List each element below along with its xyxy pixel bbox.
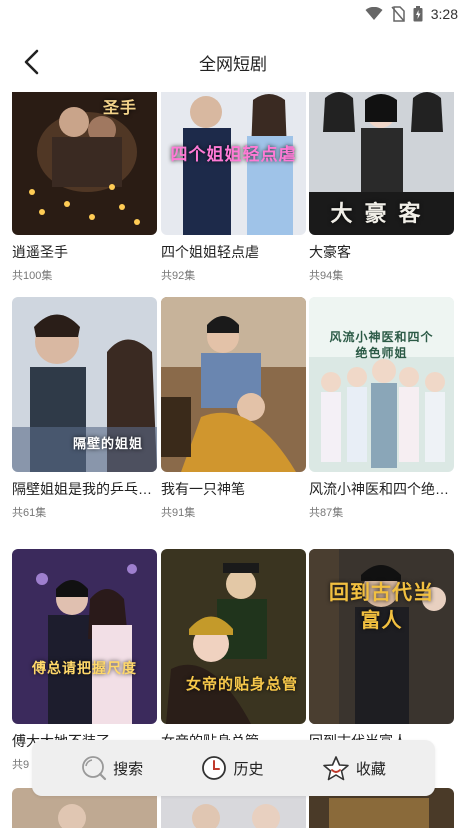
drama-title: 隔壁姐姐是我的乒乓…	[12, 481, 152, 497]
status-icons: 3:28	[365, 4, 458, 24]
drama-poster[interactable]: 隔壁的姐姐	[12, 297, 157, 472]
drama-card[interactable]: 女帝的贴身总管 女帝的贴身总管	[161, 549, 306, 770]
drama-card[interactable]: 隔壁的姐姐 隔壁姐姐是我的乒乓… 共61集	[12, 297, 157, 519]
drama-card[interactable]: 四个姐姐轻点虐 四个姐姐轻点虐 共92集	[161, 92, 306, 282]
drama-poster[interactable]: 傅总请把握尺度	[12, 549, 157, 724]
drama-poster[interactable]: 风流小神医和四个绝色师姐	[309, 297, 454, 472]
drama-poster[interactable]: 大豪客	[309, 92, 454, 235]
poster-caption: 四个姐姐轻点虐	[170, 145, 297, 164]
drama-poster[interactable]	[161, 297, 306, 472]
nav-search-label: 搜索	[113, 760, 144, 778]
drama-poster[interactable]: 四个姐姐轻点虐	[161, 92, 306, 235]
status-bar: 3:28	[0, 0, 466, 28]
nav-favorites[interactable]: 收藏	[322, 755, 386, 781]
search-icon	[82, 756, 107, 781]
drama-card[interactable]: 大豪客 大豪客 共94集	[309, 92, 454, 282]
drama-card[interactable]: 我有一只神笔 共91集	[161, 297, 306, 519]
nav-favorites-label: 收藏	[355, 760, 386, 778]
drama-poster[interactable]: 回到古代当富人	[309, 549, 454, 724]
clock-icon	[202, 756, 227, 780]
nav-search[interactable]: 搜索	[81, 755, 143, 781]
page-title: 全网短剧	[199, 55, 267, 74]
wifi-icon	[365, 7, 383, 20]
poster-caption: 隔壁的姐姐	[72, 436, 143, 451]
episode-count: 共87集	[309, 507, 344, 519]
episode-count: 共61集	[12, 507, 47, 519]
episode-count: 共94集	[309, 270, 344, 282]
drama-card[interactable]: 风流小神医和四个绝色师姐 风流小神医和四个绝… 共87集	[309, 297, 454, 519]
drama-title: 风流小神医和四个绝…	[309, 481, 449, 497]
drama-grid: 圣手 逍遥圣手 共100集 四个姐姐轻点虐 四个姐姐轻点虐 共92集 大豪客 大…	[0, 92, 466, 828]
poster-caption: 回到古代当富人	[329, 582, 434, 632]
bottom-nav: 搜索 历史 收藏	[32, 740, 435, 796]
app-header: 全网短剧	[0, 36, 466, 88]
episode-count: 共92集	[161, 270, 196, 282]
poster-caption: 风流小神医和四个绝色师姐	[329, 330, 434, 360]
episode-count: 共100集	[12, 270, 53, 282]
battery-icon	[413, 6, 423, 22]
star-icon	[323, 756, 349, 781]
drama-poster[interactable]: 女帝的贴身总管	[161, 549, 306, 724]
poster-caption: 女帝的贴身总管	[185, 676, 298, 693]
no-sim-icon	[391, 6, 405, 22]
drama-card[interactable]: 傅总请把握尺度 傅大大她不装了 共9	[12, 549, 157, 771]
poster-caption: 傅总请把握尺度	[32, 660, 137, 676]
drama-title: 大豪客	[309, 244, 351, 260]
drama-title: 四个姐姐轻点虐	[161, 244, 259, 260]
drama-title: 逍遥圣手	[12, 244, 68, 260]
status-time: 3:28	[430, 6, 458, 22]
drama-card[interactable]: 回到古代当富人 回到古代当富人	[309, 549, 454, 770]
nav-history-label: 历史	[233, 760, 264, 778]
episode-count: 共91集	[161, 507, 196, 519]
poster-caption: 圣手	[102, 100, 137, 117]
drama-card[interactable]: 圣手 逍遥圣手 共100集	[12, 92, 157, 282]
drama-poster[interactable]: 圣手	[12, 92, 157, 235]
nav-history[interactable]: 历史	[201, 755, 264, 781]
drama-title: 我有一只神笔	[161, 481, 245, 497]
poster-caption: 大豪客	[330, 201, 433, 226]
